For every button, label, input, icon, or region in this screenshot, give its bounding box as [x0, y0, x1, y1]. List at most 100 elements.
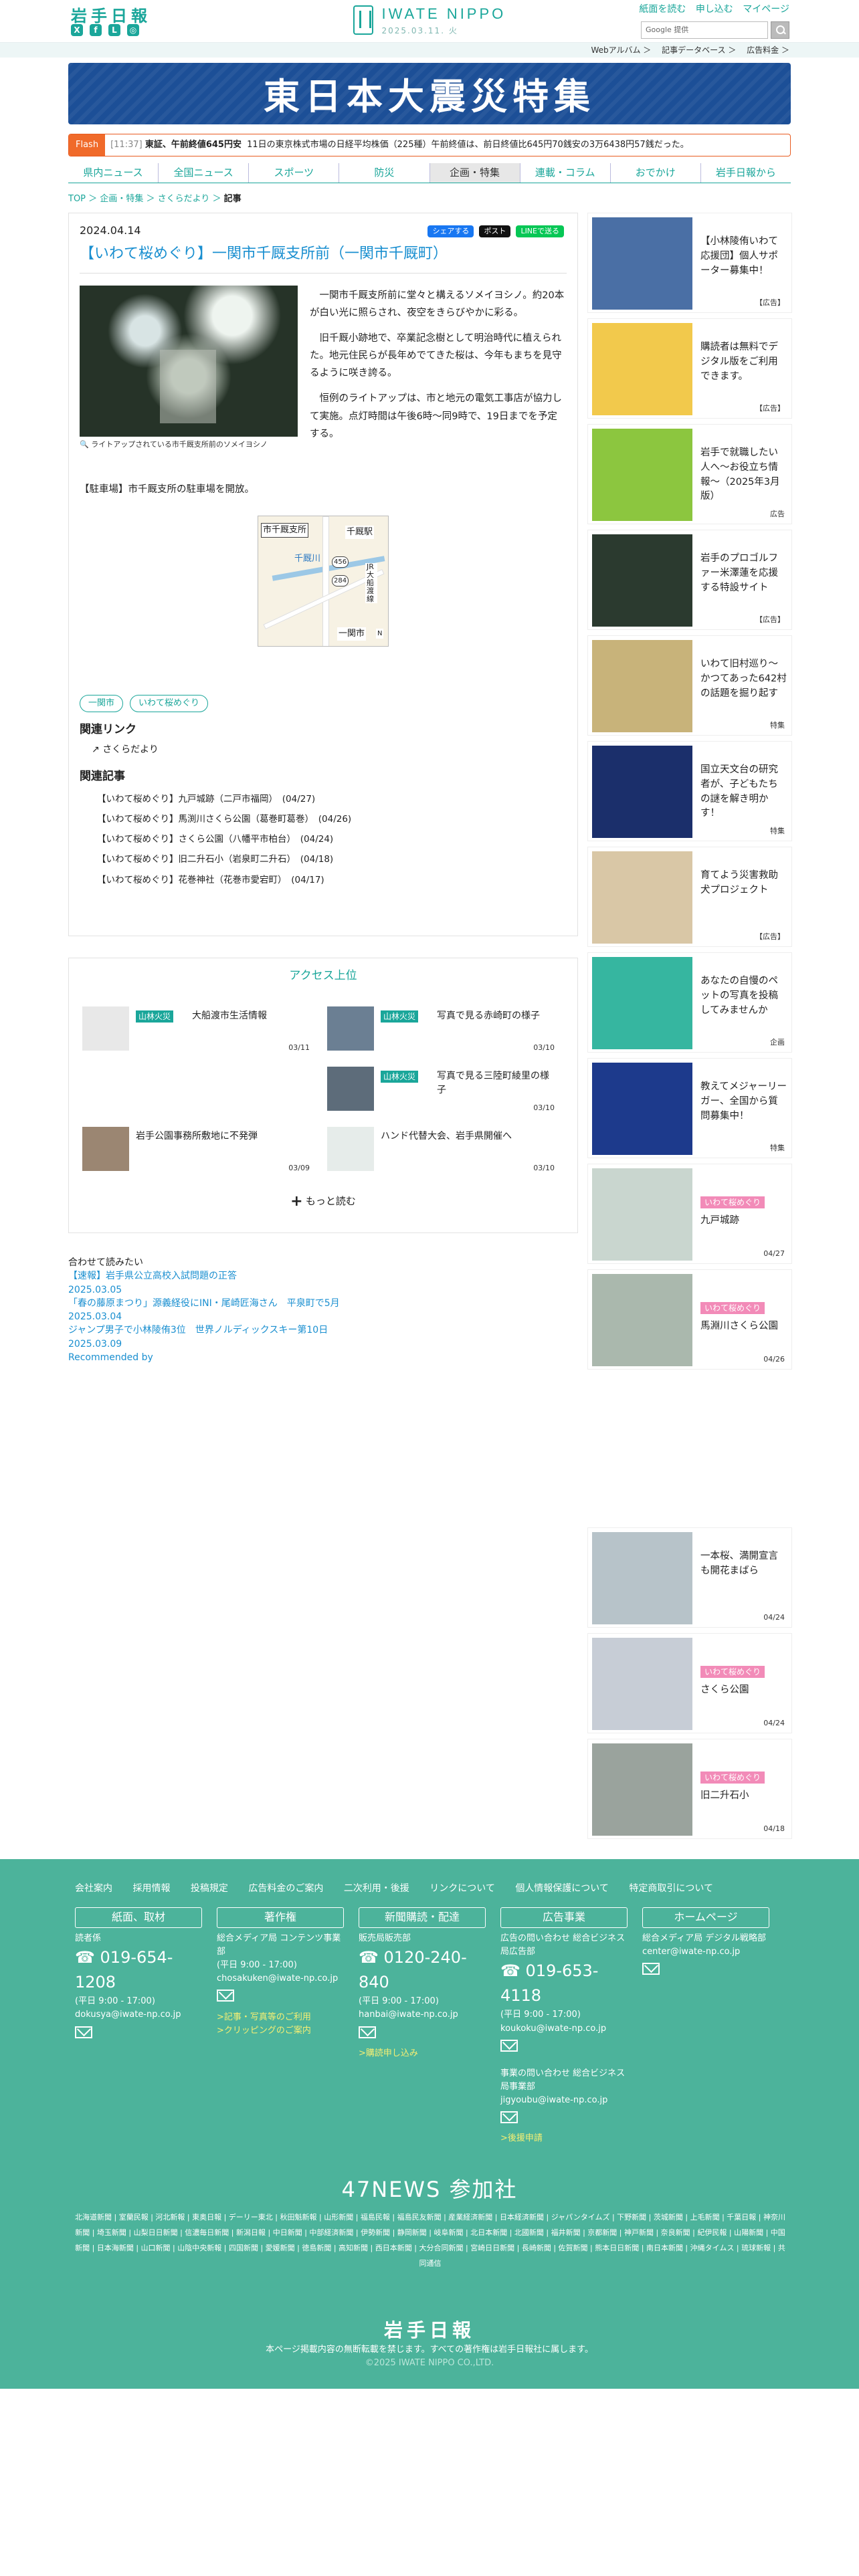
ad-badge: 【広告】: [755, 932, 785, 941]
contact-phone[interactable]: ☎ 019-654-1208: [75, 1945, 202, 1995]
ranking-item[interactable]: ハンド代替大会、岩手県開催へ 03/10: [327, 1127, 555, 1174]
map-label-route: 284: [332, 575, 349, 586]
related-article-link[interactable]: 【いわて桜めぐり】九戸城跡（二戸市福岡） (04/27): [97, 792, 351, 806]
footer-link[interactable]: 広告料金のご案内: [248, 1883, 323, 1894]
facebook-icon[interactable]: f: [90, 24, 102, 36]
x-post-button[interactable]: ポスト: [479, 225, 511, 237]
tag-ichinoseki[interactable]: 一関市: [80, 695, 124, 712]
nav-national-news[interactable]: 全国ニュース: [158, 163, 248, 183]
ranking-item[interactable]: 山林火災 大船渡市生活情報 03/11: [82, 1006, 310, 1053]
sakura-card[interactable]: いわて桜めぐり 九戸城跡 04/27: [587, 1164, 792, 1264]
footer-link[interactable]: 二次利用・後援: [344, 1883, 409, 1894]
related-article-link[interactable]: 【いわて桜めぐり】さくら公園（八幡平市柏台） (04/24): [97, 833, 351, 846]
ad-image: [592, 640, 692, 732]
subscribe-apply-link[interactable]: >購読申し込み: [359, 2047, 486, 2060]
member-papers[interactable]: 北海道新聞 | 室蘭民報 | 河北新報 | 東奥日報 | デーリー東北 | 秋田…: [72, 2210, 788, 2271]
mail-icon[interactable]: [642, 1963, 660, 1975]
nav-from-nippo[interactable]: 岩手日報から: [700, 163, 791, 183]
contact-email[interactable]: center@iwate-np.co.jp: [642, 1945, 769, 1959]
sakura-card[interactable]: いわて桜めぐり 馬淵川さくら公園 04/26: [587, 1269, 792, 1370]
sidebar: 【小林陵侑いわて応援団】個人サポーター募集中！ 【広告】 購読者は無料でデジタル…: [587, 213, 792, 1844]
nav-sports[interactable]: スポーツ: [248, 163, 339, 183]
article-body: 一関市千厩支所前に堂々と構えるソメイヨシノ。約20本が白い光に照らされ、夜空をき…: [310, 287, 567, 451]
sidebar-ad-card[interactable]: 岩手で就職したい人へ～お役立ち情報～（2025年3月版） 広告: [587, 424, 792, 524]
caption-text: ライトアップされている市千厩支所前のソメイヨシノ: [91, 440, 268, 449]
breadcrumb-top[interactable]: TOP: [68, 194, 86, 204]
web-album-link[interactable]: Webアルバム ＞: [591, 45, 651, 55]
center-logo[interactable]: IWATE NIPPO 2025.03.11. 火: [348, 3, 511, 37]
sidebar-ad-card[interactable]: 教えてメジャーリーガー、全国から質問募集中！ 特集: [587, 1058, 792, 1158]
nav-disaster[interactable]: 防災: [339, 163, 429, 183]
related-link[interactable]: ↗ さくらだより: [92, 743, 159, 757]
recommended-link[interactable]: 「春の藤原まつり」源義経役にINI・尾崎匠海さん 平泉町で5月: [68, 1297, 578, 1310]
breadcrumb-sakura[interactable]: さくらだより: [158, 194, 210, 204]
recommended-by[interactable]: Recommended by: [68, 1351, 578, 1364]
contact-email[interactable]: dokusya@iwate-np.co.jp: [75, 2008, 202, 2022]
search-input[interactable]: Google 提供: [641, 21, 768, 39]
footer-link[interactable]: 会社案内: [75, 1883, 112, 1894]
mail-icon[interactable]: [500, 2039, 518, 2052]
contact-phone[interactable]: ☎ 019-653-4118: [500, 1959, 628, 2008]
sidebar-ad-card[interactable]: いわて旧村巡り～かつてあった642村の話題を掘り起す 特集: [587, 635, 792, 736]
mypage-link[interactable]: マイページ: [743, 4, 789, 15]
related-article-link[interactable]: 【いわて桜めぐり】旧二升石小（岩泉町二升石） (04/18): [97, 853, 351, 866]
facebook-share-button[interactable]: シェアする: [427, 225, 474, 237]
footer-link[interactable]: 個人情報保護について: [515, 1883, 609, 1894]
article-photo[interactable]: [80, 286, 298, 437]
contact-phone[interactable]: ☎ 0120-240-840: [359, 1945, 486, 1995]
mail-icon[interactable]: [75, 2026, 92, 2038]
sakura-card[interactable]: いわて桜めぐり さくら公園 04/24: [587, 1633, 792, 1733]
ranking-item[interactable]: 岩手公園事務所敷地に不発弾 03/09: [82, 1127, 310, 1174]
sidebar-ad-card[interactable]: 育てよう災害救助犬プロジェクト 【広告】: [587, 847, 792, 947]
footer-link[interactable]: 投稿規定: [191, 1883, 228, 1894]
flash-news[interactable]: Flash [11:37] 東証、午前終値645円安 11日の東京株式市場の日経…: [68, 134, 791, 156]
contact-email[interactable]: chosakuken@iwate-np.co.jp: [217, 1972, 344, 1985]
read-paper-link[interactable]: 紙面を読む: [639, 4, 686, 15]
sidebar-ad-card[interactable]: あなたの自慢のペットの写真を投稿してみませんか 企画: [587, 952, 792, 1053]
sakura-card[interactable]: いわて桜めぐり 旧二升石小 04/18: [587, 1739, 792, 1839]
recommended-link[interactable]: 【速報】岩手県公立高校入試問題の正答: [68, 1269, 578, 1283]
mail-icon[interactable]: [359, 2026, 376, 2038]
related-article-link[interactable]: 【いわて桜めぐり】馬渕川さくら公園（葛巻町葛巻） (04/26): [97, 813, 351, 826]
recommended-link[interactable]: ジャンプ男子で小林陵侑3位 世界ノルディックスキー第10日: [68, 1323, 578, 1337]
x-icon[interactable]: X: [71, 24, 83, 36]
sidebar-ad-card[interactable]: 国立天文台の研究者が、子どもたちの謎を解き明かす！ 特集: [587, 741, 792, 841]
sidebar-ad-card[interactable]: 購読者は無料でデジタル版をご利用できます。 【広告】: [587, 318, 792, 419]
tag-sakura-meguri[interactable]: いわて桜めぐり: [130, 695, 209, 712]
ranking-item[interactable]: 山林火災 写真で見る赤崎町の様子 03/10: [327, 1006, 555, 1053]
line-share-button[interactable]: LINEで送る: [516, 225, 564, 237]
related-article-link[interactable]: 【いわて桜めぐり】花巻神社（花巻市愛宕町） (04/17): [97, 873, 351, 887]
contact-heading: 紙面、取材: [75, 1907, 202, 1928]
read-more-button[interactable]: + もっと読む: [69, 1190, 577, 1212]
contact-email[interactable]: jigyoubu@iwate-np.co.jp: [500, 2094, 628, 2107]
usage-link[interactable]: >記事・写真等のご利用: [217, 2011, 344, 2024]
footer-link[interactable]: リンクについて: [430, 1883, 495, 1894]
footer-link[interactable]: 特定商取引について: [629, 1883, 713, 1894]
disaster-feature-banner[interactable]: 東日本大震災特集: [68, 63, 791, 124]
mail-icon[interactable]: [500, 2111, 518, 2124]
breadcrumb-features[interactable]: 企画・特集: [100, 194, 143, 204]
sidebar-ad-card[interactable]: 岩手のプロゴルファー米澤蓮を応援する特設サイト 【広告】: [587, 530, 792, 630]
subscribe-link[interactable]: 申し込む: [696, 4, 733, 15]
sidebar-ad-card[interactable]: 【小林陵侑いわて応援団】個人サポーター募集中！ 【広告】: [587, 213, 792, 313]
sakura-title: 旧二升石小: [700, 1790, 749, 1801]
sub-links: Webアルバム ＞ 記事データベース ＞ 広告料金 ＞: [0, 43, 859, 58]
clipping-link[interactable]: >クリッピングのご案内: [217, 2024, 344, 2038]
contact-advertising: 広告事業 広告の問い合わせ 総合ビジネス局広告部 ☎ 019-653-4118 …: [500, 1907, 628, 2146]
nav-local-news[interactable]: 県内ニュース: [68, 163, 158, 183]
ranking-item[interactable]: 山林火災 写真で見る三陸町綾里の様子 03/10: [327, 1067, 555, 1113]
instagram-icon[interactable]: ◎: [127, 24, 139, 36]
mail-icon[interactable]: [217, 1990, 234, 2002]
sakura-card[interactable]: 一本桜、満開宣言も開花まばら 04/24: [587, 1527, 792, 1628]
sponsorship-link[interactable]: >後援申請: [500, 2132, 628, 2145]
contact-email[interactable]: koukoku@iwate-np.co.jp: [500, 2022, 628, 2036]
contact-email[interactable]: hanbai@iwate-np.co.jp: [359, 2008, 486, 2022]
article-db-link[interactable]: 記事データベース ＞: [662, 45, 736, 55]
footer-link[interactable]: 採用情報: [132, 1883, 170, 1894]
ad-rates-link[interactable]: 広告料金 ＞: [747, 45, 789, 55]
search-button[interactable]: [771, 21, 789, 39]
nav-columns[interactable]: 連載・コラム: [519, 163, 610, 183]
nav-features[interactable]: 企画・特集: [429, 163, 520, 183]
nav-outing[interactable]: おでかけ: [609, 163, 700, 183]
line-icon[interactable]: L: [108, 24, 120, 36]
